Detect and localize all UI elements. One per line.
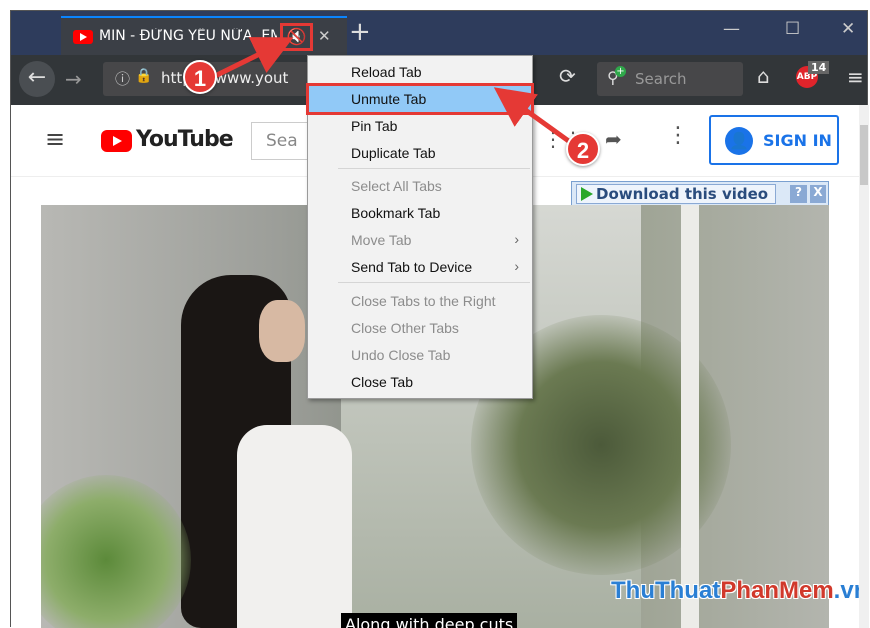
annotation-arrows — [213, 37, 572, 145]
callout-step-2: 2 — [566, 132, 600, 166]
callout-step-1: 1 — [183, 60, 217, 94]
arrow-to-unmute-tab — [493, 87, 572, 145]
arrow-to-mute-icon — [213, 37, 294, 79]
